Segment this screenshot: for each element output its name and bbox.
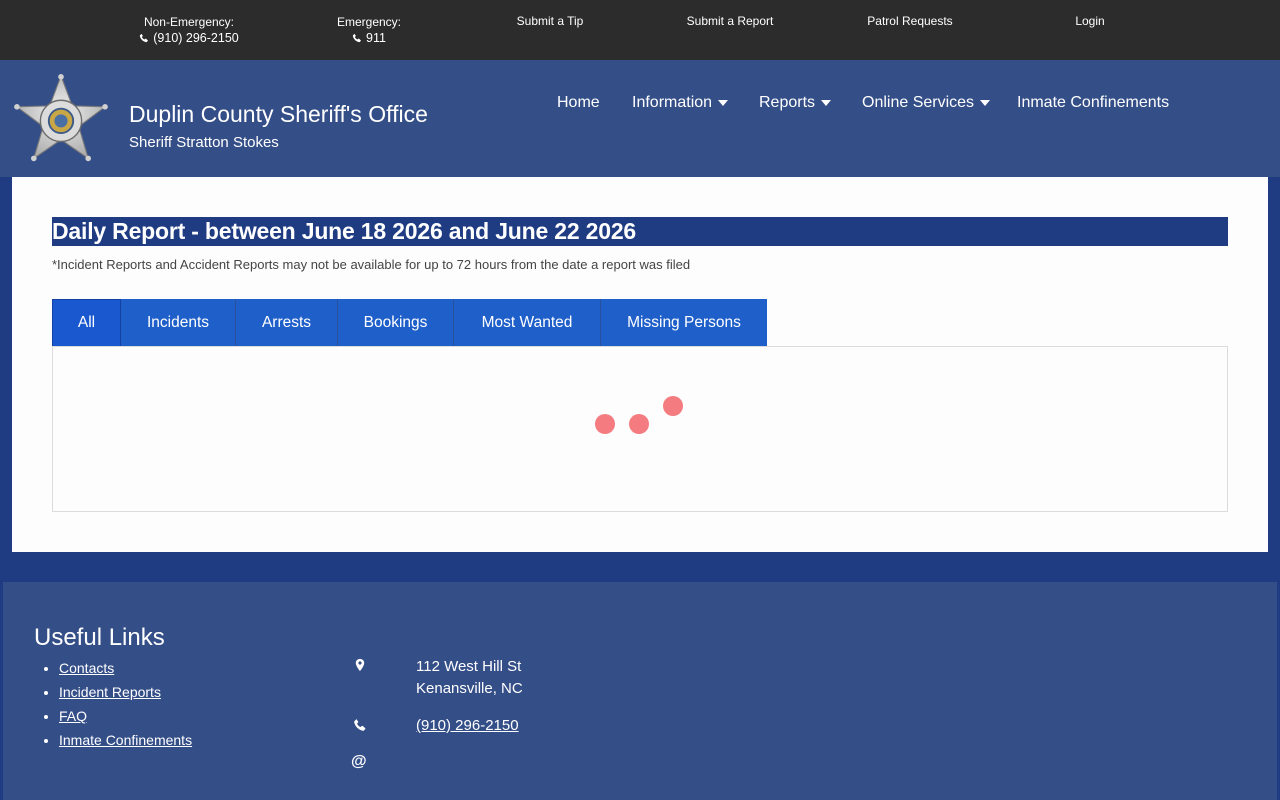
nav-information-label: Information (632, 94, 713, 111)
submit-tip-link[interactable]: Submit a Tip (500, 0, 600, 60)
footer-title: Useful Links (34, 624, 165, 651)
tab-most-wanted[interactable]: Most Wanted (454, 299, 601, 347)
tab-incidents[interactable]: Incidents (121, 299, 236, 347)
page-title: Daily Report - between June 18 2026 and … (52, 217, 1228, 246)
site-header: Duplin County Sheriff's Office Sheriff S… (0, 60, 1280, 177)
footer-phone-wrap: (910) 296-2150 (416, 717, 519, 734)
footer-link-incident-reports[interactable]: Incident Reports (59, 684, 161, 700)
phone-icon (140, 33, 149, 43)
nav-home[interactable]: Home (557, 94, 600, 112)
sheriff-star-badge-icon[interactable] (14, 74, 108, 164)
non-emergency-phone: (910) 296-2150 (153, 31, 239, 45)
tab-incidents-label: Incidents (146, 314, 210, 331)
tab-most-wanted-label: Most Wanted (481, 314, 573, 331)
footer-link-contacts[interactable]: Contacts (59, 660, 114, 676)
site-subtitle: Sheriff Stratton Stokes (129, 134, 279, 151)
tab-bookings-label: Bookings (363, 314, 428, 331)
emergency-phone: 911 (366, 31, 386, 45)
address-line-2: Kenansville, NC (416, 680, 523, 697)
tab-missing-persons-label: Missing Persons (627, 314, 741, 331)
email-at-icon: @ (351, 753, 367, 770)
report-note: *Incident Reports and Accident Reports m… (52, 257, 691, 272)
tab-all-label: All (77, 314, 96, 331)
nav-home-label: Home (557, 94, 600, 111)
phone-icon (354, 719, 366, 731)
patrol-requests-link[interactable]: Patrol Requests (855, 0, 965, 60)
nav-information[interactable]: Information (632, 94, 729, 112)
nav-reports[interactable]: Reports (759, 94, 832, 112)
emergency-label: Emergency: (336, 15, 402, 29)
tab-arrests-label: Arrests (261, 314, 312, 331)
caret-down-icon (980, 100, 991, 106)
loading-dot (663, 396, 683, 416)
nav-inmate-confinements-label: Inmate Confinements (1017, 94, 1170, 111)
site-footer: Useful Links Contacts Incident Reports F… (3, 582, 1277, 800)
nav-online-services-label: Online Services (862, 94, 975, 111)
caret-down-icon (821, 100, 832, 106)
tab-bookings[interactable]: Bookings (338, 299, 454, 347)
nav-online-services[interactable]: Online Services (862, 94, 991, 112)
main-nav: Home Information Reports Online Services… (0, 94, 1280, 118)
loading-dot (629, 414, 649, 434)
nav-inmate-confinements[interactable]: Inmate Confinements (1017, 94, 1169, 112)
nav-reports-label: Reports (759, 94, 816, 111)
tab-all[interactable]: All (52, 299, 121, 347)
non-emergency-label: Non-Emergency: (143, 15, 235, 29)
footer-phone-link[interactable]: (910) 296-2150 (416, 717, 519, 734)
list-item: Contacts (59, 660, 192, 676)
list-item: FAQ (59, 708, 192, 724)
loading-dot (595, 414, 615, 434)
useful-links-list: Contacts Incident Reports FAQ Inmate Con… (59, 660, 192, 756)
footer-link-inmate-confinements[interactable]: Inmate Confinements (59, 732, 192, 748)
main-content: Daily Report - between June 18 2026 and … (12, 177, 1268, 552)
report-tabs: All Incidents Arrests Bookings Most Want… (52, 299, 767, 347)
divider-band (3, 552, 1277, 582)
tab-arrests[interactable]: Arrests (236, 299, 338, 347)
login-link[interactable]: Login (1060, 0, 1120, 60)
phone-icon (352, 33, 361, 43)
non-emergency-contact[interactable]: Non-Emergency: (910) 296-2150 (129, 0, 249, 60)
map-marker-icon (355, 658, 365, 672)
submit-report-link[interactable]: Submit a Report (670, 0, 790, 60)
tab-missing-persons[interactable]: Missing Persons (601, 299, 767, 347)
tab-panel (52, 346, 1228, 512)
emergency-contact[interactable]: Emergency: 911 (319, 0, 419, 60)
list-item: Inmate Confinements (59, 732, 192, 748)
list-item: Incident Reports (59, 684, 192, 700)
address-line-1: 112 West Hill St (416, 658, 522, 675)
caret-down-icon (718, 100, 729, 106)
footer-link-faq[interactable]: FAQ (59, 708, 87, 724)
top-bar: Non-Emergency: (910) 296-2150 Emergency:… (0, 0, 1280, 60)
